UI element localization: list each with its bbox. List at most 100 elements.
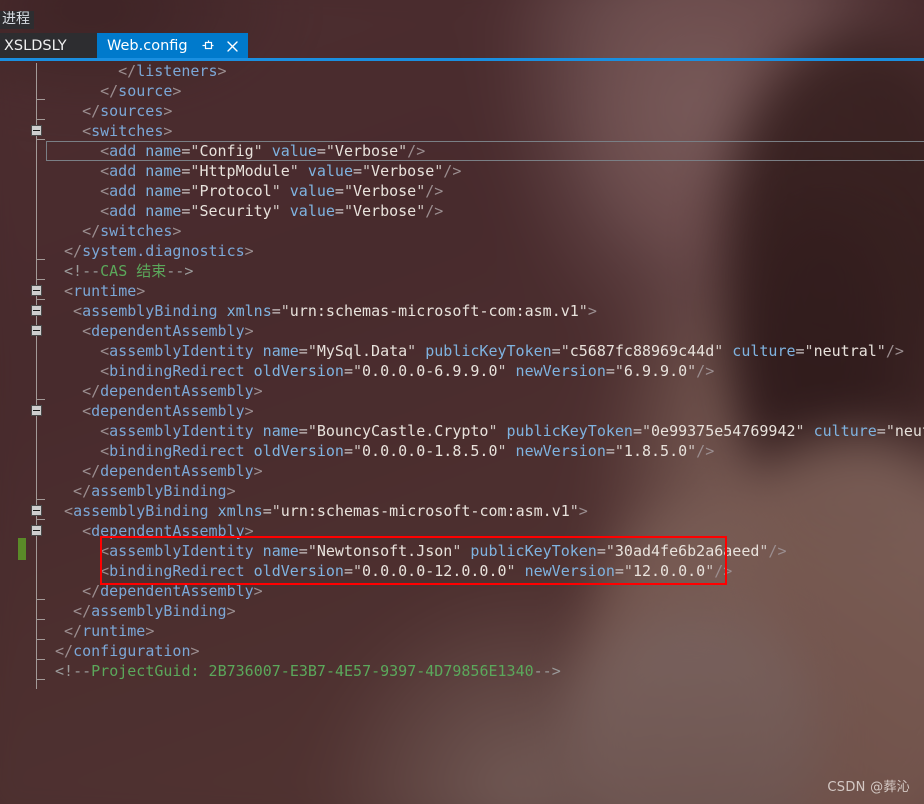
code-line-text: <bindingRedirect oldVersion="0.0.0.0-6.9…: [100, 361, 714, 381]
code-line[interactable]: <dependentAssembly>: [0, 321, 924, 341]
code-line-text: <!--ProjectGuid: 2B736007-E3B7-4E57-9397…: [55, 661, 561, 681]
code-line-text: <add name="Security" value="Verbose"/>: [100, 201, 443, 221]
code-line-text: <dependentAssembly>: [82, 401, 254, 421]
code-line-text: <assemblyIdentity name="MySql.Data" publ…: [100, 341, 904, 361]
code-line-text: </dependentAssembly>: [82, 381, 263, 401]
fold-region-end-tick: [36, 99, 45, 100]
code-line[interactable]: </switches>: [0, 221, 924, 241]
code-line-text: <dependentAssembly>: [82, 321, 254, 341]
tab-web-config-label: Web.config: [107, 38, 188, 54]
fold-region-end-tick: [36, 519, 45, 520]
code-line-text: <assemblyIdentity name="BouncyCastle.Cry…: [100, 421, 924, 441]
fold-region-end-tick: [36, 599, 45, 600]
fold-region-end-tick: [36, 299, 45, 300]
fold-toggle-icon[interactable]: [31, 125, 42, 136]
fold-toggle-icon[interactable]: [31, 525, 42, 536]
pin-icon[interactable]: [201, 39, 216, 54]
fold-region-end-tick: [36, 119, 45, 120]
code-line[interactable]: </configuration>: [0, 641, 924, 661]
fold-region-end-tick: [36, 139, 45, 140]
code-line[interactable]: <bindingRedirect oldVersion="0.0.0.0-6.9…: [0, 361, 924, 381]
code-line-text: </sources>: [82, 101, 172, 121]
code-line[interactable]: </system.diagnostics>: [0, 241, 924, 261]
fold-region-end-tick: [36, 619, 45, 620]
code-line-text: <add name="Protocol" value="Verbose"/>: [100, 181, 443, 201]
code-line[interactable]: </assemblyBinding>: [0, 481, 924, 501]
code-line-text: </system.diagnostics>: [64, 241, 254, 261]
code-line-text: </configuration>: [55, 641, 200, 661]
fold-toggle-icon[interactable]: [31, 285, 42, 296]
code-line-text: <switches>: [82, 121, 172, 141]
code-line-text: </switches>: [82, 221, 181, 241]
code-line[interactable]: <add name="Security" value="Verbose"/>: [0, 201, 924, 221]
code-line[interactable]: <assemblyIdentity name="BouncyCastle.Cry…: [0, 421, 924, 441]
code-line[interactable]: </listeners>: [0, 61, 924, 81]
code-line[interactable]: <!--ProjectGuid: 2B736007-E3B7-4E57-9397…: [0, 661, 924, 681]
watermark: CSDN @葬沁: [827, 776, 910, 795]
code-line[interactable]: <assemblyIdentity name="Newtonsoft.Json"…: [0, 541, 924, 561]
code-line[interactable]: </source>: [0, 81, 924, 101]
code-line-text: <dependentAssembly>: [82, 521, 254, 541]
code-line[interactable]: <assemblyIdentity name="MySql.Data" publ…: [0, 341, 924, 361]
code-line[interactable]: <add name="Protocol" value="Verbose"/>: [0, 181, 924, 201]
code-line[interactable]: <runtime>: [0, 281, 924, 301]
fold-region-end-tick: [36, 279, 45, 280]
top-strip: 进程: [0, 0, 924, 33]
fold-region-end-tick: [36, 679, 45, 680]
code-line[interactable]: <!--CAS 结束-->: [0, 261, 924, 281]
code-line-text: </listeners>: [118, 61, 226, 81]
fold-toggle-icon[interactable]: [31, 405, 42, 416]
close-icon[interactable]: [225, 39, 240, 54]
code-line-text: </assemblyBinding>: [73, 601, 236, 621]
tab-xsldsly[interactable]: XSLDSLY: [0, 33, 97, 59]
code-line-text: <bindingRedirect oldVersion="0.0.0.0-12.…: [100, 561, 732, 581]
fold-region-end-tick: [36, 659, 45, 660]
code-line-text: <assemblyBinding xmlns="urn:schemas-micr…: [73, 301, 597, 321]
code-line[interactable]: </assemblyBinding>: [0, 601, 924, 621]
fold-region-end-tick: [36, 259, 45, 260]
code-line[interactable]: <switches>: [0, 121, 924, 141]
code-line-text: </dependentAssembly>: [82, 461, 263, 481]
code-line-text: <assemblyIdentity name="Newtonsoft.Json"…: [100, 541, 786, 561]
code-editor-window: 进程 XSLDSLY Web.config: [0, 0, 924, 804]
code-line[interactable]: <add name="Config" value="Verbose"/>: [0, 141, 924, 161]
code-line[interactable]: <assemblyBinding xmlns="urn:schemas-micr…: [0, 301, 924, 321]
code-line[interactable]: <bindingRedirect oldVersion="0.0.0.0-12.…: [0, 561, 924, 581]
code-text-area[interactable]: </listeners></source></sources><switches…: [0, 61, 924, 681]
code-line-text: <!--CAS 结束-->: [64, 261, 193, 281]
code-line[interactable]: <assemblyBinding xmlns="urn:schemas-micr…: [0, 501, 924, 521]
code-line-text: </runtime>: [64, 621, 154, 641]
change-indicator-bar: [18, 538, 26, 560]
process-panel-label: 进程: [0, 11, 34, 29]
code-line-text: </dependentAssembly>: [82, 581, 263, 601]
fold-guide-line: [36, 63, 37, 689]
fold-region-end-tick: [36, 639, 45, 640]
document-tab-bar: XSLDSLY Web.config: [0, 33, 924, 59]
code-line[interactable]: </runtime>: [0, 621, 924, 641]
code-line[interactable]: </sources>: [0, 101, 924, 121]
active-tab-underline: [0, 58, 924, 61]
code-line-text: <runtime>: [64, 281, 145, 301]
tab-web-config[interactable]: Web.config: [97, 33, 248, 59]
code-line[interactable]: <dependentAssembly>: [0, 521, 924, 541]
code-line[interactable]: <bindingRedirect oldVersion="0.0.0.0-1.8…: [0, 441, 924, 461]
code-line-text: <add name="Config" value="Verbose"/>: [100, 141, 425, 161]
code-line[interactable]: </dependentAssembly>: [0, 581, 924, 601]
code-line-text: </source>: [100, 81, 181, 101]
fold-toggle-icon[interactable]: [31, 505, 42, 516]
code-line-text: <bindingRedirect oldVersion="0.0.0.0-1.8…: [100, 441, 714, 461]
fold-region-end-tick: [36, 499, 45, 500]
tab-xsldsly-label: XSLDSLY: [4, 38, 67, 54]
code-line-text: <assemblyBinding xmlns="urn:schemas-micr…: [64, 501, 588, 521]
outlining-gutter[interactable]: [0, 61, 46, 804]
tab-bar-empty-area: [248, 33, 924, 59]
editor-surface[interactable]: </listeners></source></sources><switches…: [0, 61, 924, 804]
code-line[interactable]: </dependentAssembly>: [0, 381, 924, 401]
fold-region-end-tick: [36, 399, 45, 400]
fold-toggle-icon[interactable]: [31, 325, 42, 336]
code-line[interactable]: <add name="HttpModule" value="Verbose"/>: [0, 161, 924, 181]
code-line[interactable]: <dependentAssembly>: [0, 401, 924, 421]
code-line-text: <add name="HttpModule" value="Verbose"/>: [100, 161, 461, 181]
fold-toggle-icon[interactable]: [31, 305, 42, 316]
code-line[interactable]: </dependentAssembly>: [0, 461, 924, 481]
